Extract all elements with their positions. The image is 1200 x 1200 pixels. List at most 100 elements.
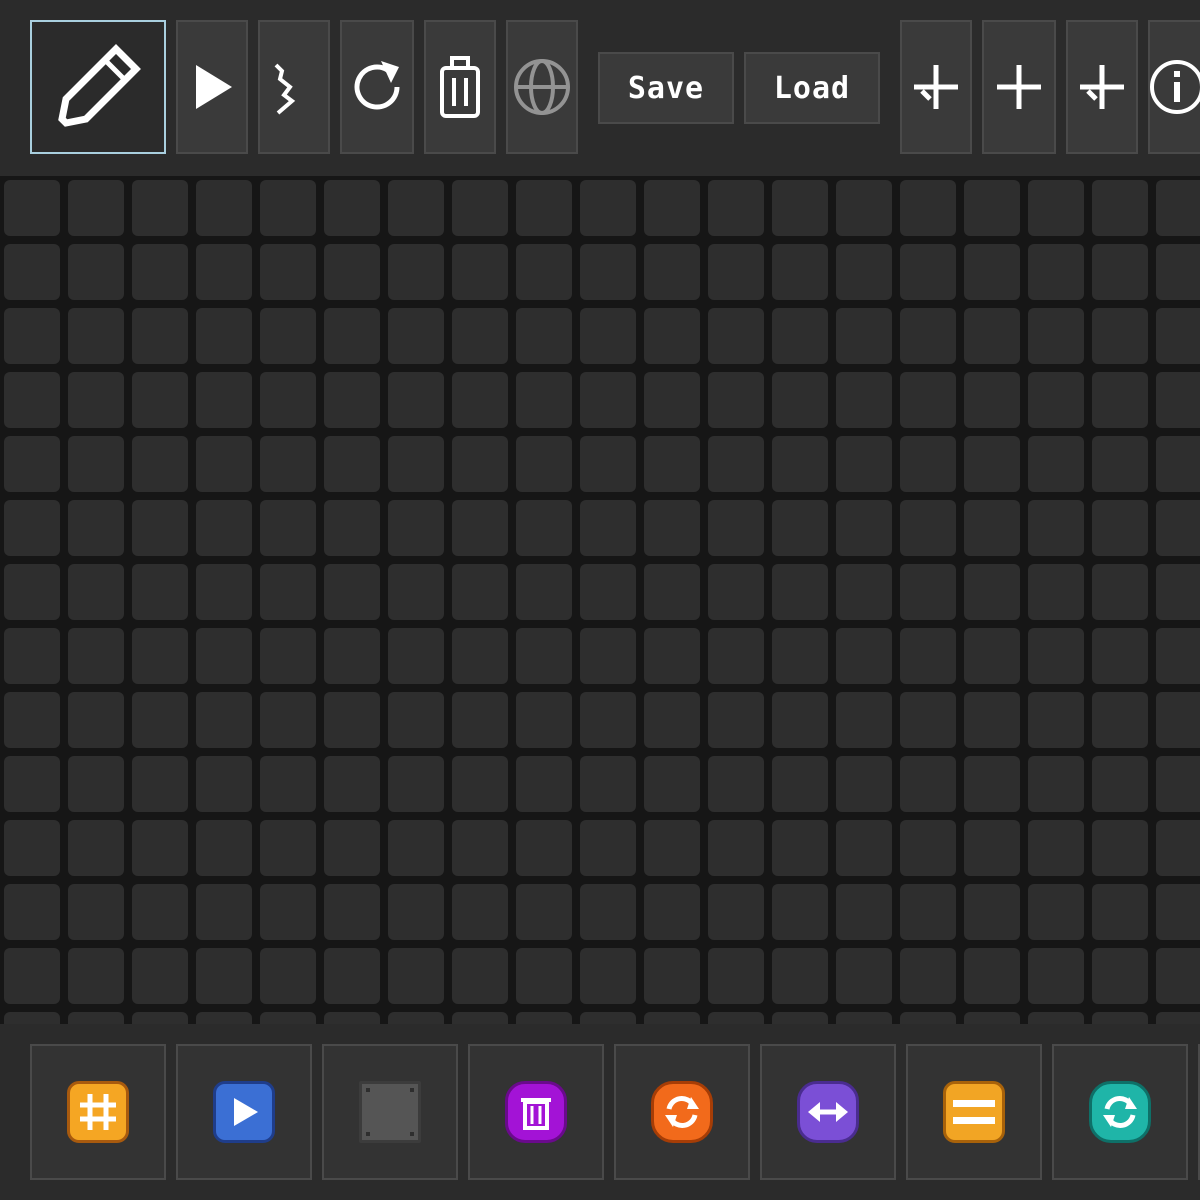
grid-cell[interactable] xyxy=(900,244,956,300)
grid-cell[interactable] xyxy=(1092,244,1148,300)
grid-cell[interactable] xyxy=(1092,308,1148,364)
palette-slot-cycle[interactable] xyxy=(1052,1044,1188,1180)
grid-cell[interactable] xyxy=(388,820,444,876)
grid-cell[interactable] xyxy=(196,564,252,620)
grid-cell[interactable] xyxy=(324,884,380,940)
grid-cell[interactable] xyxy=(836,436,892,492)
grid-cell[interactable] xyxy=(1092,372,1148,428)
grid-cell[interactable] xyxy=(324,372,380,428)
pencil-tool-button[interactable] xyxy=(30,20,166,154)
grid-cell[interactable] xyxy=(68,180,124,236)
grid-cell[interactable] xyxy=(196,308,252,364)
palette-slot-play[interactable] xyxy=(176,1044,312,1180)
grid-cell[interactable] xyxy=(964,308,1020,364)
grid-cell[interactable] xyxy=(196,372,252,428)
grid-cell[interactable] xyxy=(388,692,444,748)
grid-cell[interactable] xyxy=(1028,692,1084,748)
grid-cell[interactable] xyxy=(708,564,764,620)
grid-cell[interactable] xyxy=(580,372,636,428)
level-grid[interactable] xyxy=(0,176,1200,1024)
grid-cell[interactable] xyxy=(196,628,252,684)
grid-cell[interactable] xyxy=(132,436,188,492)
grid-cell[interactable] xyxy=(516,948,572,1004)
grid-cell[interactable] xyxy=(132,180,188,236)
grid-cell[interactable] xyxy=(708,436,764,492)
grid-cell[interactable] xyxy=(580,308,636,364)
grid-cell[interactable] xyxy=(324,436,380,492)
grid-cell[interactable] xyxy=(388,244,444,300)
grid-cell[interactable] xyxy=(836,756,892,812)
grid-cell[interactable] xyxy=(4,820,60,876)
grid-cell[interactable] xyxy=(1092,756,1148,812)
grid-cell[interactable] xyxy=(196,180,252,236)
palette-slot-grid[interactable] xyxy=(30,1044,166,1180)
grid-cell[interactable] xyxy=(964,1012,1020,1024)
grid-cell[interactable] xyxy=(1156,244,1200,300)
grid-cell[interactable] xyxy=(4,180,60,236)
grid-cell[interactable] xyxy=(196,692,252,748)
grid-cell[interactable] xyxy=(900,884,956,940)
grid-cell[interactable] xyxy=(900,308,956,364)
grid-cell[interactable] xyxy=(772,692,828,748)
grid-cell[interactable] xyxy=(196,1012,252,1024)
grid-cell[interactable] xyxy=(452,180,508,236)
grid-cell[interactable] xyxy=(452,628,508,684)
info-button[interactable] xyxy=(1148,20,1200,154)
grid-cell[interactable] xyxy=(964,372,1020,428)
grid-cell[interactable] xyxy=(4,436,60,492)
grid-cell[interactable] xyxy=(452,308,508,364)
grid-cell[interactable] xyxy=(68,884,124,940)
grid-cell[interactable] xyxy=(4,564,60,620)
grid-cell[interactable] xyxy=(708,884,764,940)
grid-cell[interactable] xyxy=(580,500,636,556)
grid-cell[interactable] xyxy=(4,628,60,684)
grid-cell[interactable] xyxy=(772,948,828,1004)
grid-cell[interactable] xyxy=(644,820,700,876)
grid-cell[interactable] xyxy=(1028,628,1084,684)
reset-button[interactable] xyxy=(340,20,414,154)
palette-slot-swap[interactable] xyxy=(760,1044,896,1180)
grid-cell[interactable] xyxy=(1092,692,1148,748)
grid-cell[interactable] xyxy=(1156,436,1200,492)
grid-cell[interactable] xyxy=(644,244,700,300)
grid-cell[interactable] xyxy=(452,500,508,556)
grid-cell[interactable] xyxy=(644,692,700,748)
grid-cell[interactable] xyxy=(900,756,956,812)
grid-cell[interactable] xyxy=(900,628,956,684)
grid-cell[interactable] xyxy=(324,628,380,684)
grid-cell[interactable] xyxy=(452,692,508,748)
grid-cell[interactable] xyxy=(644,756,700,812)
grid-cell[interactable] xyxy=(516,436,572,492)
grid-cell[interactable] xyxy=(836,1012,892,1024)
palette-slot-wall[interactable] xyxy=(322,1044,458,1180)
grid-cell[interactable] xyxy=(580,820,636,876)
grid-cell[interactable] xyxy=(1156,756,1200,812)
grid-cell[interactable] xyxy=(836,500,892,556)
grid-cell[interactable] xyxy=(836,308,892,364)
grid-cell[interactable] xyxy=(132,820,188,876)
grid-cell[interactable] xyxy=(580,244,636,300)
grid-cell[interactable] xyxy=(196,756,252,812)
grid-cell[interactable] xyxy=(1028,948,1084,1004)
grid-cell[interactable] xyxy=(1028,436,1084,492)
grid-cell[interactable] xyxy=(644,180,700,236)
grid-cell[interactable] xyxy=(900,564,956,620)
grid-cell[interactable] xyxy=(1092,500,1148,556)
grid-cell[interactable] xyxy=(516,180,572,236)
grid-cell[interactable] xyxy=(772,436,828,492)
grid-cell[interactable] xyxy=(708,308,764,364)
add-button-1[interactable] xyxy=(900,20,972,154)
grid-cell[interactable] xyxy=(772,308,828,364)
grid-cell[interactable] xyxy=(68,820,124,876)
grid-cell[interactable] xyxy=(260,948,316,1004)
grid-cell[interactable] xyxy=(1092,436,1148,492)
grid-cell[interactable] xyxy=(708,692,764,748)
grid-cell[interactable] xyxy=(772,180,828,236)
grid-cell[interactable] xyxy=(324,692,380,748)
grid-cell[interactable] xyxy=(708,244,764,300)
grid-cell[interactable] xyxy=(132,628,188,684)
grid-cell[interactable] xyxy=(900,1012,956,1024)
grid-cell[interactable] xyxy=(68,372,124,428)
load-button[interactable]: Load xyxy=(744,52,880,124)
grid-cell[interactable] xyxy=(324,756,380,812)
